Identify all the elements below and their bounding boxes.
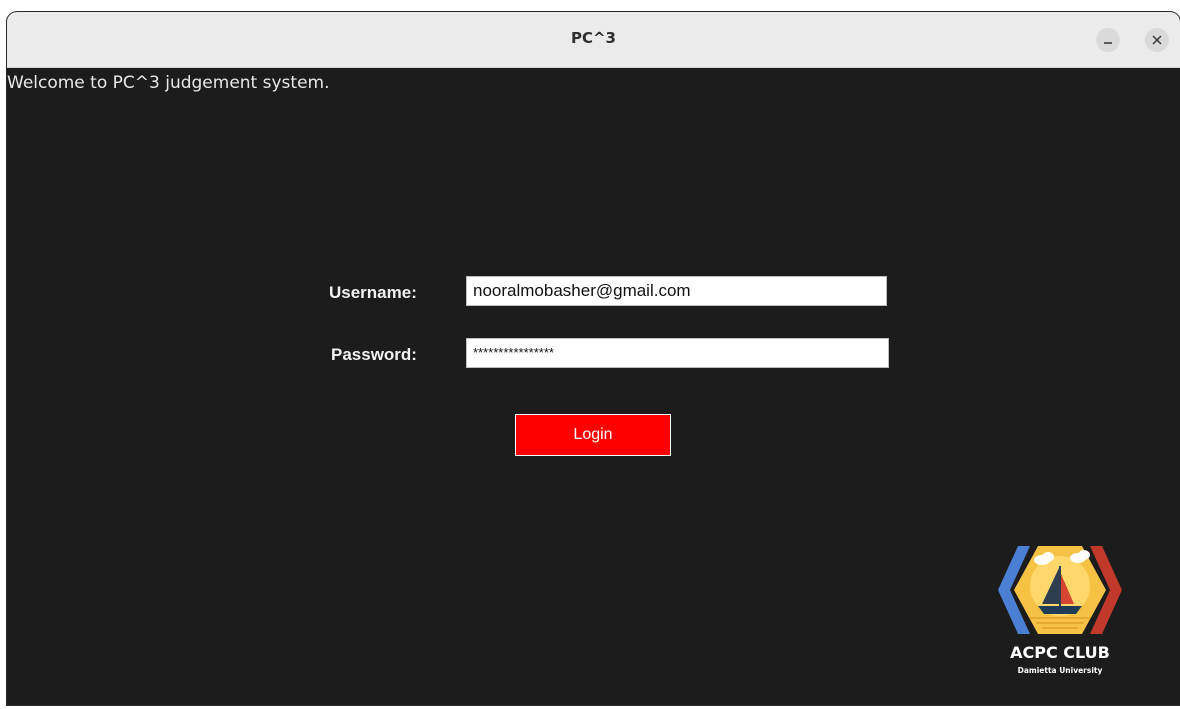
login-button[interactable]: Login	[515, 414, 671, 456]
close-button[interactable]	[1145, 28, 1169, 52]
username-field[interactable]: nooralmobasher@gmail.com	[466, 276, 887, 306]
acpc-club-logo: ACPC CLUB Damietta University	[990, 538, 1130, 693]
password-field[interactable]: ****************	[466, 338, 889, 368]
main-content: Welcome to PC^3 judgement system. Userna…	[7, 68, 1180, 705]
app-window: PC^3 Welcome to PC^3 judgement system. U…	[7, 12, 1180, 705]
window-title: PC^3	[570, 29, 616, 47]
close-icon	[1152, 35, 1162, 45]
welcome-text: Welcome to PC^3 judgement system.	[7, 73, 330, 93]
minimize-icon	[1104, 42, 1112, 44]
username-label: Username:	[329, 283, 417, 302]
title-bar[interactable]: PC^3	[7, 12, 1180, 68]
logo-title: ACPC CLUB	[1010, 643, 1110, 662]
minimize-button[interactable]	[1096, 28, 1120, 52]
logo-subtitle: Damietta University	[1017, 666, 1103, 675]
password-label: Password:	[331, 345, 417, 364]
acpc-logo-icon	[998, 546, 1122, 634]
